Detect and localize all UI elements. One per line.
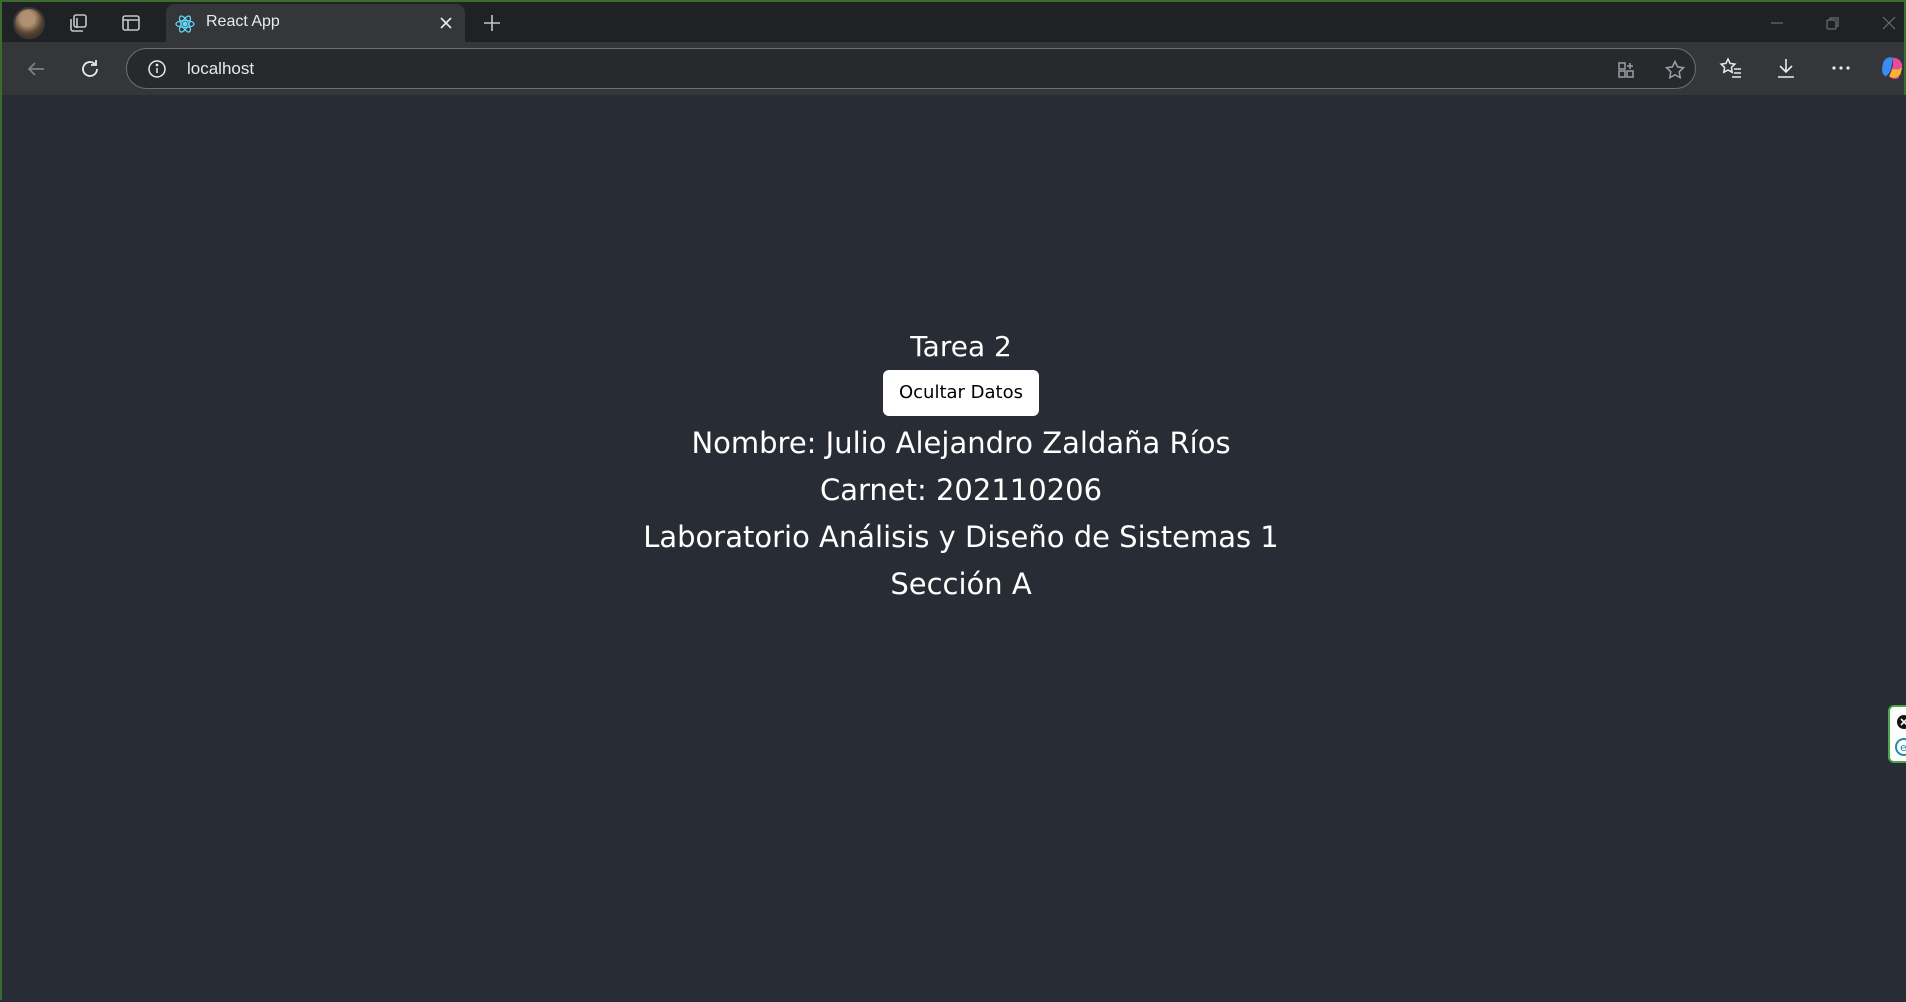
- workspaces-icon[interactable]: [65, 10, 91, 36]
- vertical-tabs-icon[interactable]: [118, 10, 144, 36]
- hide-data-button[interactable]: Ocultar Datos: [882, 370, 1040, 416]
- site-info-icon[interactable]: [147, 59, 167, 79]
- copilot-icon[interactable]: [1878, 54, 1906, 82]
- more-options-icon[interactable]: [1827, 54, 1855, 82]
- browser-window: React App localhost Tarea 2 Ocultar Dato…: [0, 0, 1906, 1002]
- app-content: Tarea 2 Ocultar Datos Nombre: Julio Alej…: [2, 326, 1906, 608]
- reload-icon[interactable]: [75, 54, 105, 84]
- extension-glyph-icon: e: [1900, 741, 1906, 754]
- address-bar[interactable]: localhost: [126, 48, 1696, 89]
- browser-toolbar: localhost: [2, 42, 1904, 95]
- favorite-star-icon[interactable]: [1663, 58, 1687, 82]
- section-label: Sección A: [890, 567, 1032, 601]
- restore-icon[interactable]: [1820, 10, 1846, 36]
- favorites-icon[interactable]: [1717, 54, 1745, 82]
- profile-avatar[interactable]: [13, 7, 45, 39]
- react-logo-icon: [174, 13, 196, 35]
- download-icon[interactable]: [1772, 54, 1800, 82]
- url-text: localhost: [187, 59, 255, 78]
- page-title: Tarea 2: [910, 330, 1012, 363]
- back-icon[interactable]: [21, 54, 51, 84]
- tab-title: React App: [206, 13, 280, 30]
- extension-sidebar-badge[interactable]: e: [1888, 705, 1906, 763]
- minimize-icon[interactable]: [1764, 10, 1790, 36]
- student-name: Nombre: Julio Alejandro Zaldaña Ríos: [691, 426, 1231, 460]
- new-tab-icon[interactable]: [478, 9, 506, 37]
- tab-react-app[interactable]: React App: [166, 4, 465, 42]
- tab-bar: React App: [2, 2, 1904, 42]
- student-id: Carnet: 202110206: [819, 473, 1103, 507]
- close-tab-icon[interactable]: [436, 13, 456, 33]
- course-name: Laboratorio Análisis y Diseño de Sistema…: [643, 520, 1279, 554]
- close-window-icon[interactable]: [1876, 10, 1902, 36]
- app-available-icon[interactable]: [1614, 58, 1638, 82]
